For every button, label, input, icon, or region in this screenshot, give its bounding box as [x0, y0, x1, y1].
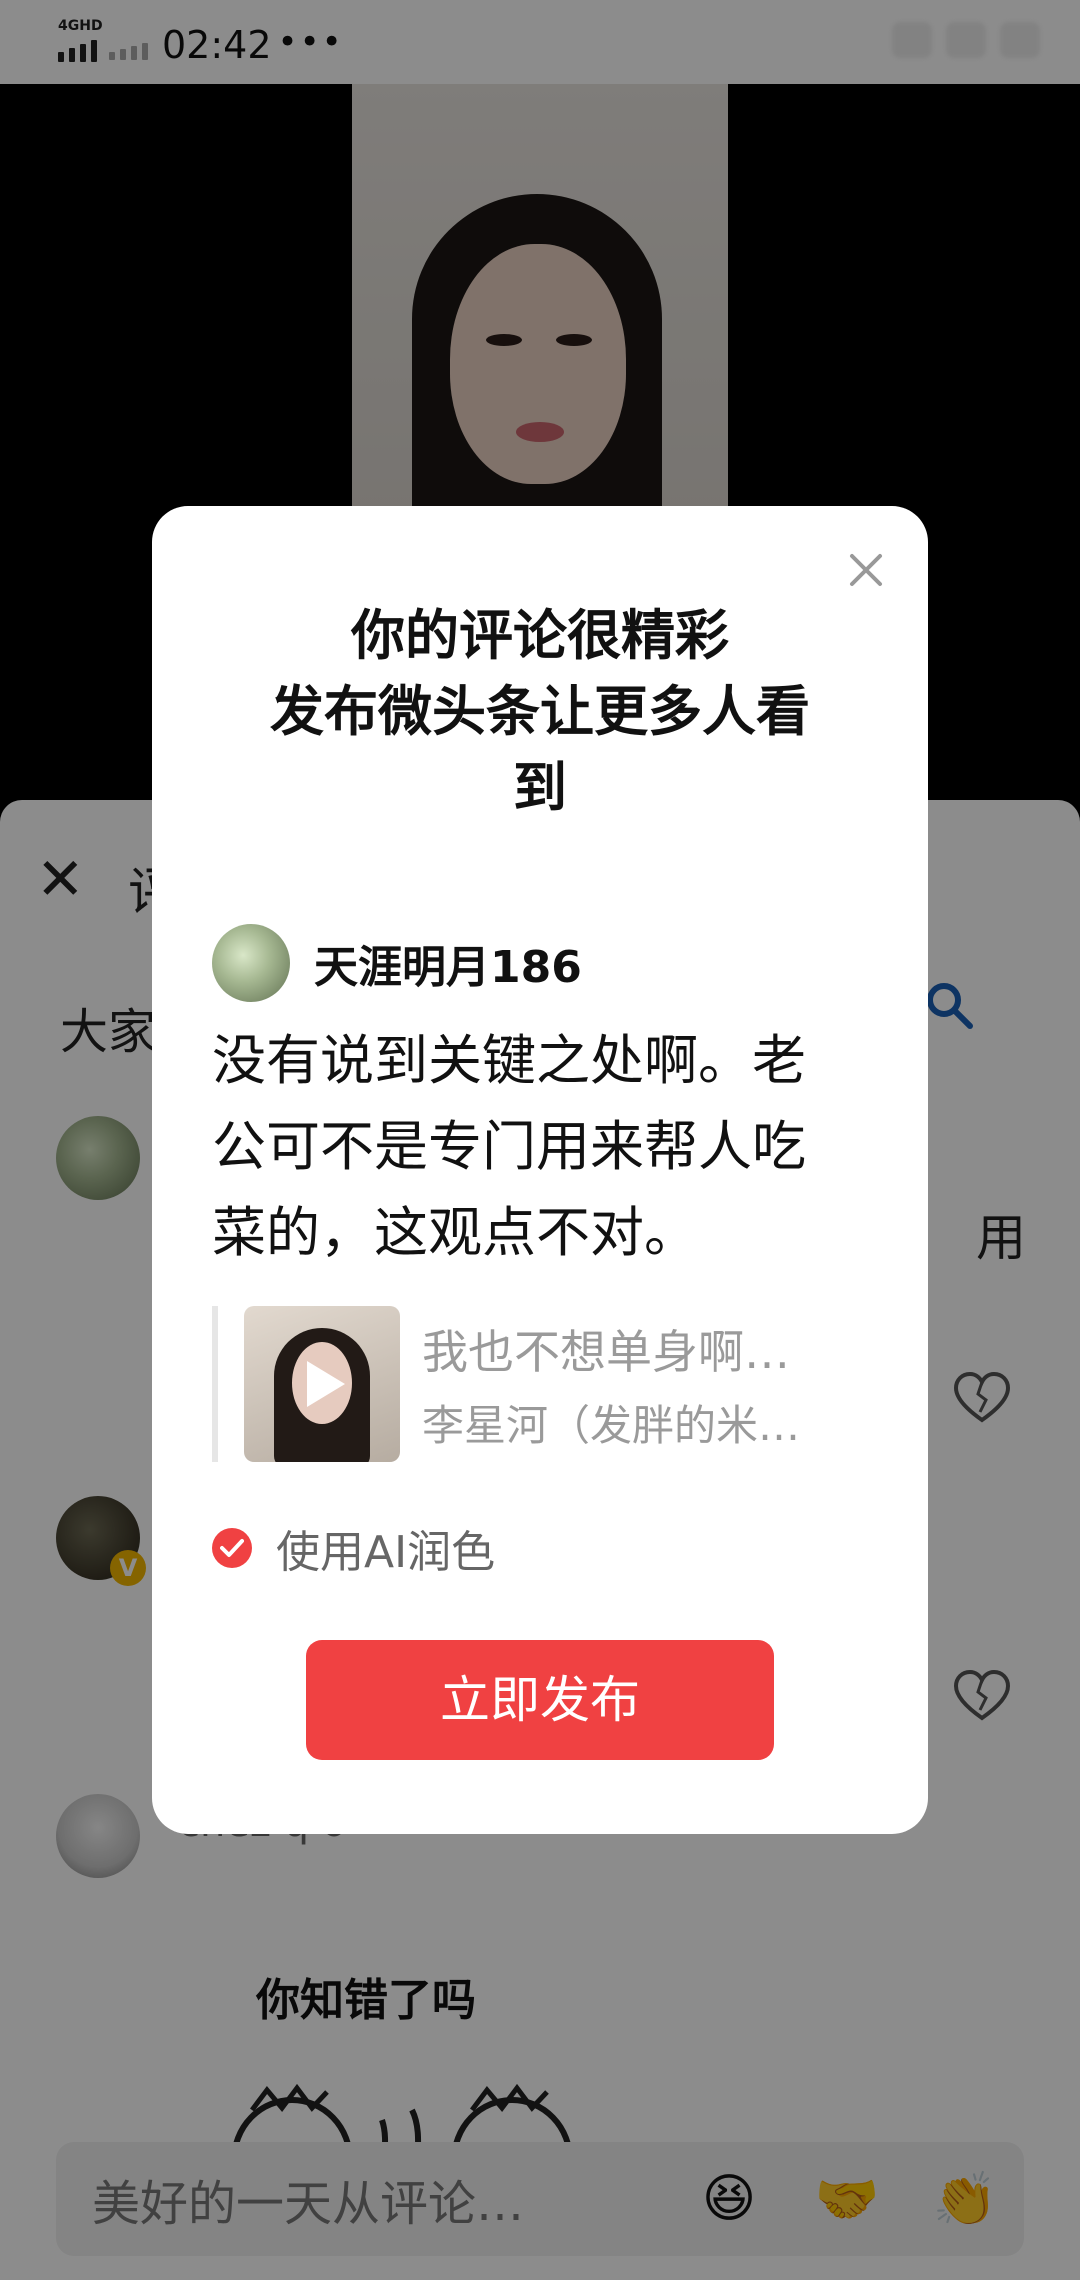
checkbox-checked-icon[interactable]: [212, 1528, 252, 1568]
dialog-title-line: 到: [513, 756, 567, 819]
post-author: 天涯明月186: [212, 924, 582, 1002]
quoted-video-card[interactable]: 我也不想单身啊… 李星河（发胖的米…: [212, 1306, 872, 1462]
quoted-video-title: 我也不想单身啊…: [422, 1324, 790, 1379]
username: 天涯明月186: [314, 942, 582, 993]
comment-line: 没有说到关键之处啊。老: [212, 1029, 806, 1092]
comment-line: 公可不是专门用来帮人吃: [212, 1115, 806, 1178]
comment-content: 没有说到关键之处啊。老 公可不是专门用来帮人吃 菜的，这观点不对。: [212, 1018, 862, 1276]
ai-polish-label[interactable]: 使用AI润色: [276, 1516, 495, 1580]
publish-now-button[interactable]: 立即发布: [306, 1640, 774, 1760]
publish-dialog: 你的评论很精彩 发布微头条让更多人看 到 天涯明月186 没有说到关键之处啊。老…: [152, 506, 928, 1834]
close-icon[interactable]: [844, 548, 888, 592]
dialog-title-line: 发布微头条让更多人看: [270, 680, 810, 743]
user-avatar: [212, 924, 290, 1002]
dialog-title: 你的评论很精彩 发布微头条让更多人看 到: [192, 598, 888, 826]
ai-polish-option[interactable]: 使用AI润色: [212, 1516, 495, 1580]
quoted-video-info: 我也不想单身啊… 李星河（发胖的米…: [422, 1316, 800, 1453]
play-icon: [307, 1361, 345, 1407]
dialog-title-line: 你的评论很精彩: [351, 604, 729, 667]
video-thumbnail: [244, 1306, 400, 1462]
quoted-video-author: 李星河（发胖的米…: [422, 1400, 801, 1450]
comment-line: 菜的，这观点不对。: [212, 1201, 698, 1264]
